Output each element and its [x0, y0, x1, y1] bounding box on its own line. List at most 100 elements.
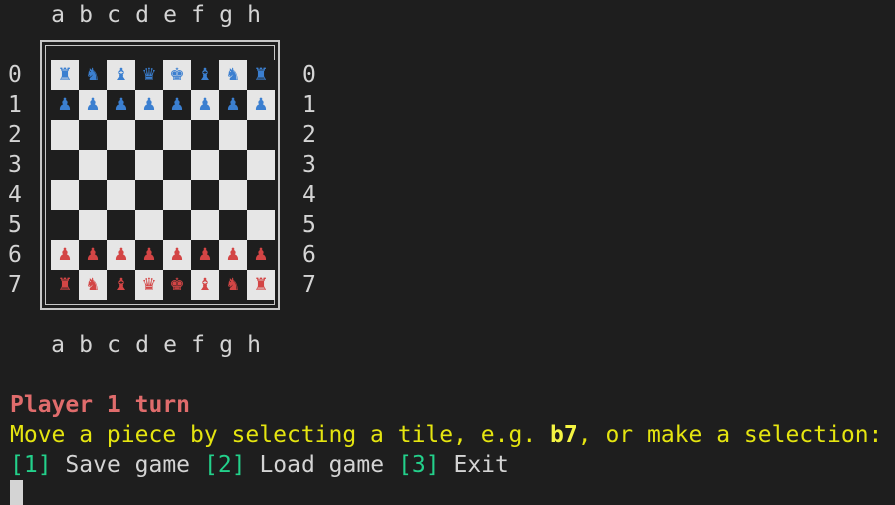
board-square-d3[interactable] — [135, 150, 163, 180]
chess-piece-icon: ♟ — [225, 244, 241, 265]
board-square-h2[interactable] — [247, 120, 275, 150]
menu-option-save[interactable]: [1] Save game — [10, 452, 190, 478]
file-label: d — [135, 332, 149, 358]
board-square-c6[interactable]: ♟ — [107, 240, 135, 270]
chess-piece-icon: ♟ — [197, 94, 213, 115]
board-square-g5[interactable] — [219, 210, 247, 240]
move-prompt: Move a piece by selecting a tile, e.g. b… — [10, 420, 882, 450]
chess-piece-icon: ♚ — [169, 64, 185, 85]
board-square-a7[interactable]: ♜ — [51, 270, 79, 300]
board-square-d4[interactable] — [135, 180, 163, 210]
rank-label: 7 — [8, 272, 22, 298]
file-label: f — [191, 2, 205, 28]
board-square-g7[interactable]: ♞ — [219, 270, 247, 300]
board-square-e2[interactable] — [163, 120, 191, 150]
chess-piece-icon: ♞ — [85, 274, 101, 295]
menu-option-load[interactable]: [2] Load game — [204, 452, 384, 478]
board-square-g6[interactable]: ♟ — [219, 240, 247, 270]
board-square-a4[interactable] — [51, 180, 79, 210]
board-square-b2[interactable] — [79, 120, 107, 150]
board-square-g0[interactable]: ♞ — [219, 60, 247, 90]
rank-label: 3 — [8, 152, 22, 178]
chess-piece-icon: ♟ — [85, 94, 101, 115]
board-square-c2[interactable] — [107, 120, 135, 150]
prompt-text-start: Move a piece by selecting a tile, e.g. — [10, 422, 551, 448]
board-square-h1[interactable]: ♟ — [247, 90, 275, 120]
board-square-h5[interactable] — [247, 210, 275, 240]
board-square-c5[interactable] — [107, 210, 135, 240]
chess-piece-icon: ♛ — [141, 64, 157, 85]
board-square-e3[interactable] — [163, 150, 191, 180]
rank-label: 4 — [8, 182, 22, 208]
board-square-d7[interactable]: ♛ — [135, 270, 163, 300]
board-square-b0[interactable]: ♞ — [79, 60, 107, 90]
board-square-e0[interactable]: ♚ — [163, 60, 191, 90]
board-square-h6[interactable]: ♟ — [247, 240, 275, 270]
board-square-f1[interactable]: ♟ — [191, 90, 219, 120]
board-square-b3[interactable] — [79, 150, 107, 180]
board-square-c7[interactable]: ♝ — [107, 270, 135, 300]
menu-line: [1] Save game [2] Load game [3] Exit — [10, 450, 509, 480]
board-square-c1[interactable]: ♟ — [107, 90, 135, 120]
board-square-a0[interactable]: ♜ — [51, 60, 79, 90]
board-square-a1[interactable]: ♟ — [51, 90, 79, 120]
board-square-b7[interactable]: ♞ — [79, 270, 107, 300]
menu-key: [3] — [398, 452, 440, 478]
board-square-f0[interactable]: ♝ — [191, 60, 219, 90]
board-square-a3[interactable] — [51, 150, 79, 180]
board-square-h3[interactable] — [247, 150, 275, 180]
file-label: a — [51, 2, 65, 28]
board-square-e4[interactable] — [163, 180, 191, 210]
board-square-f3[interactable] — [191, 150, 219, 180]
board-square-b4[interactable] — [79, 180, 107, 210]
chess-piece-icon: ♟ — [141, 244, 157, 265]
board-square-d5[interactable] — [135, 210, 163, 240]
board-square-c3[interactable] — [107, 150, 135, 180]
rank-labels-left: 0 1 2 3 4 5 6 7 — [8, 60, 28, 300]
board-square-b5[interactable] — [79, 210, 107, 240]
board-square-c4[interactable] — [107, 180, 135, 210]
board-square-b1[interactable]: ♟ — [79, 90, 107, 120]
board-square-h4[interactable] — [247, 180, 275, 210]
board-square-f7[interactable]: ♝ — [191, 270, 219, 300]
board-square-c0[interactable]: ♝ — [107, 60, 135, 90]
chess-piece-icon: ♞ — [225, 64, 241, 85]
board-square-e6[interactable]: ♟ — [163, 240, 191, 270]
chess-piece-icon: ♜ — [57, 64, 73, 85]
rank-label: 2 — [302, 122, 316, 148]
board-square-a6[interactable]: ♟ — [51, 240, 79, 270]
chess-piece-icon: ♝ — [113, 64, 129, 85]
chess-piece-icon: ♟ — [253, 94, 269, 115]
rank-label: 2 — [8, 122, 22, 148]
chess-piece-icon: ♟ — [225, 94, 241, 115]
rank-label: 1 — [8, 92, 22, 118]
board-square-f4[interactable] — [191, 180, 219, 210]
board-square-d6[interactable]: ♟ — [135, 240, 163, 270]
board-square-h0[interactable]: ♜ — [247, 60, 275, 90]
board-square-f5[interactable] — [191, 210, 219, 240]
chess-piece-icon: ♜ — [253, 274, 269, 295]
terminal-cursor[interactable] — [10, 480, 23, 505]
rank-label: 0 — [8, 62, 22, 88]
board-square-e1[interactable]: ♟ — [163, 90, 191, 120]
board-square-g3[interactable] — [219, 150, 247, 180]
board-square-b6[interactable]: ♟ — [79, 240, 107, 270]
board-square-g2[interactable] — [219, 120, 247, 150]
board-square-a5[interactable] — [51, 210, 79, 240]
board-square-a2[interactable] — [51, 120, 79, 150]
board-square-g1[interactable]: ♟ — [219, 90, 247, 120]
board-square-d0[interactable]: ♛ — [135, 60, 163, 90]
board-square-g4[interactable] — [219, 180, 247, 210]
board-square-d2[interactable] — [135, 120, 163, 150]
menu-option-exit[interactable]: [3] Exit — [398, 452, 509, 478]
board-square-h7[interactable]: ♜ — [247, 270, 275, 300]
board-square-f6[interactable]: ♟ — [191, 240, 219, 270]
board-square-e5[interactable] — [163, 210, 191, 240]
chess-piece-icon: ♚ — [169, 274, 185, 295]
rank-label: 5 — [302, 212, 316, 238]
board-square-f2[interactable] — [191, 120, 219, 150]
board-square-e7[interactable]: ♚ — [163, 270, 191, 300]
rank-label: 7 — [302, 272, 316, 298]
board-square-d1[interactable]: ♟ — [135, 90, 163, 120]
turn-indicator: Player 1 turn — [10, 392, 191, 418]
